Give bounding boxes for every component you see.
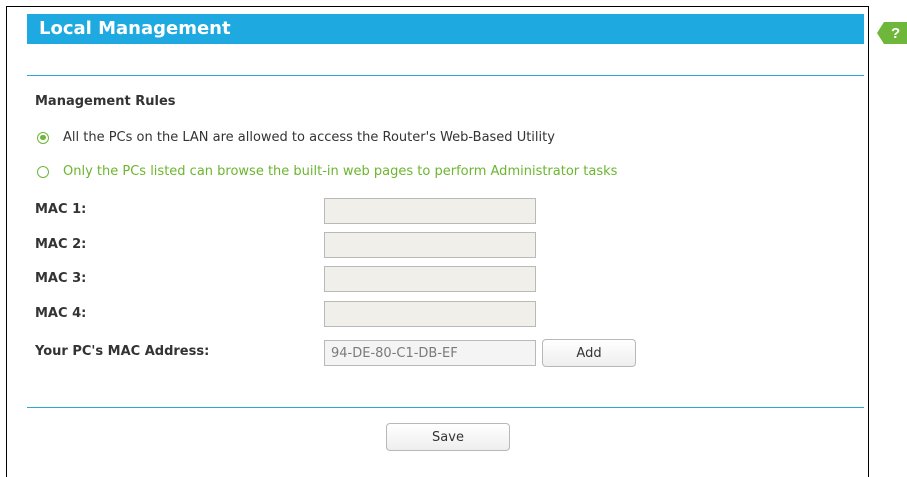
radio-checked-icon[interactable] bbox=[37, 131, 49, 144]
help-icon[interactable]: ? bbox=[877, 22, 907, 44]
add-mac-button[interactable]: Add bbox=[542, 339, 636, 367]
save-button[interactable]: Save bbox=[386, 423, 510, 451]
mac-3-input[interactable] bbox=[324, 266, 536, 292]
mac-4-input[interactable] bbox=[324, 301, 536, 327]
bottom-divider bbox=[27, 407, 864, 408]
mac-1-input[interactable] bbox=[324, 198, 536, 224]
mac-2-label: MAC 2: bbox=[35, 237, 87, 252]
pc-mac-address-field[interactable] bbox=[324, 340, 536, 366]
top-divider bbox=[27, 75, 864, 76]
radio-option-all-pcs-label: All the PCs on the LAN are allowed to ac… bbox=[63, 130, 555, 145]
pc-mac-address-label: Your PC's MAC Address: bbox=[35, 344, 210, 359]
radio-unchecked-icon[interactable] bbox=[37, 165, 49, 178]
mac-3-label: MAC 3: bbox=[35, 271, 87, 286]
section-title-management-rules: Management Rules bbox=[35, 94, 176, 109]
mac-4-label: MAC 4: bbox=[35, 306, 87, 321]
mac-1-label: MAC 1: bbox=[35, 202, 87, 217]
radio-option-listed-pcs-label: Only the PCs listed can browse the built… bbox=[63, 164, 618, 179]
help-icon-glyph: ? bbox=[891, 25, 900, 42]
radio-option-listed-pcs[interactable]: Only the PCs listed can browse the built… bbox=[37, 164, 617, 179]
radio-option-all-pcs[interactable]: All the PCs on the LAN are allowed to ac… bbox=[37, 130, 555, 145]
mac-2-input[interactable] bbox=[324, 232, 536, 258]
page-title: Local Management bbox=[27, 14, 864, 44]
